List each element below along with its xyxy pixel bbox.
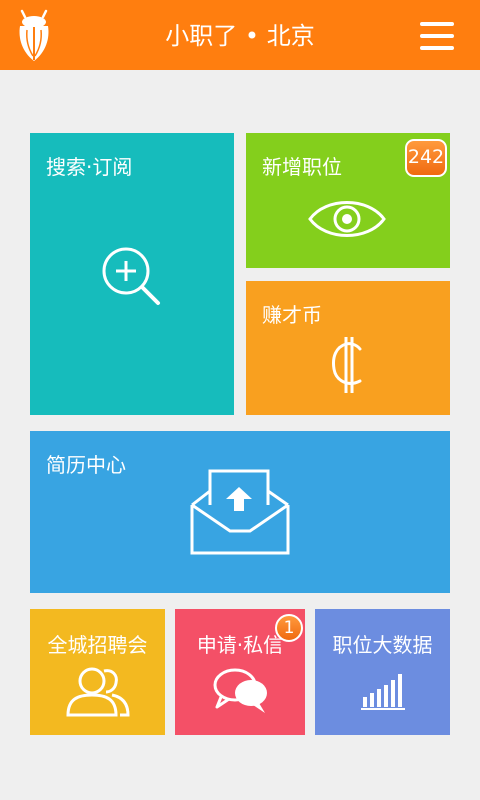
job-fair-tile[interactable]: 全城招聘会 bbox=[30, 609, 165, 735]
tile-label: 赚才币 bbox=[262, 303, 322, 327]
bar-chart-icon bbox=[361, 674, 405, 710]
earn-coins-tile[interactable]: 赚才币 bbox=[246, 281, 450, 415]
hamburger-menu-icon[interactable] bbox=[417, 20, 457, 52]
tile-label: 全城招聘会 bbox=[47, 633, 148, 657]
page-title: 小职了 • 北京 bbox=[165, 22, 315, 50]
tile-label: 职位大数据 bbox=[332, 633, 433, 657]
envelope-upload-icon bbox=[190, 469, 290, 555]
resume-center-tile[interactable]: 简历中心 bbox=[30, 431, 450, 593]
tile-label: 新增职位 bbox=[262, 155, 342, 179]
job-big-data-tile[interactable]: 职位大数据 bbox=[315, 609, 450, 735]
users-icon bbox=[66, 667, 130, 717]
cedi-currency-icon bbox=[332, 337, 362, 393]
app-header: 小职了 • 北京 bbox=[0, 0, 480, 70]
tile-label: 搜索·订阅 bbox=[46, 155, 133, 179]
search-plus-icon bbox=[102, 247, 160, 305]
tile-label: 简历中心 bbox=[46, 453, 126, 477]
chat-bubbles-icon bbox=[213, 668, 267, 713]
new-jobs-count-badge: 242 bbox=[405, 139, 447, 177]
eye-icon bbox=[308, 201, 386, 237]
messages-count-badge: 1 bbox=[275, 614, 303, 642]
search-subscribe-tile[interactable]: 搜索·订阅 bbox=[30, 133, 234, 415]
